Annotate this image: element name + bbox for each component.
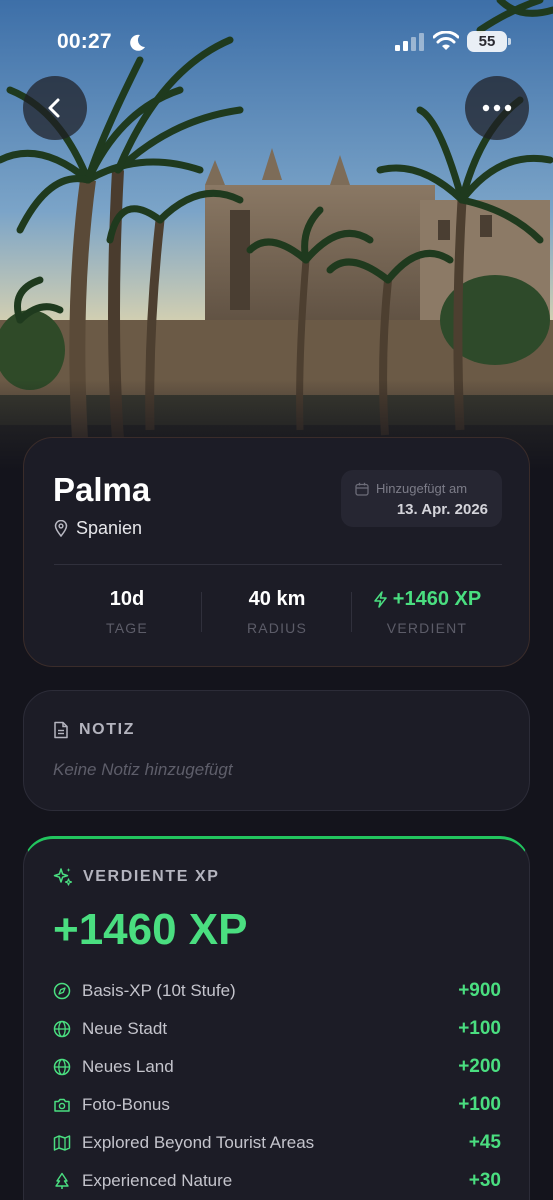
xp-total: +1460 XP [53,905,248,954]
status-time: 00:27 [57,30,112,53]
added-date: 13. Apr. 2026 [396,501,488,518]
stat-radius-label: RADIUS [246,620,308,636]
wifi-icon [433,31,459,50]
xp-item-value: +100 [458,1094,501,1115]
xp-item: Basis-XP (10t Stufe) +900 [53,979,501,1003]
map-icon [53,1134,71,1152]
xp-item-label: Basis-XP (10t Stufe) [82,981,236,1000]
xp-item-label: Foto-Bonus [82,1095,170,1114]
more-options-button[interactable] [465,76,529,140]
xp-item-value: +45 [468,1132,501,1153]
added-label: Hinzugefügt am [376,481,468,496]
city-name: Palma [53,471,151,508]
stat-days-value: 10d [109,588,145,610]
earned-xp-card: VERDIENTE XP +1460 XP Basis-XP (10t Stuf… [23,836,530,1200]
tree-icon [53,1172,71,1190]
camera-icon [53,1096,71,1114]
xp-header: VERDIENTE XP [53,867,220,887]
status-bar: 00:27 55 [0,0,553,80]
chevron-left-icon [48,98,60,118]
xp-item: Neue Stadt +100 [53,1017,501,1041]
note-title: NOTIZ [79,721,135,738]
added-date-badge: Hinzugefügt am 13. Apr. 2026 [341,470,502,527]
back-button[interactable] [23,76,87,140]
xp-item-value: +30 [468,1170,501,1191]
xp-item: Explored Beyond Tourist Areas +45 [53,1131,501,1155]
moon-icon [130,34,145,51]
stat-days-label: TAGE [106,620,148,636]
stat-radius-value: 40 km [248,588,306,610]
country-name: Spanien [76,518,143,538]
location-pin-icon [54,520,68,537]
stat-radius: 40 km RADIUS [202,588,352,636]
globe-icon [53,1020,71,1038]
compass-icon [53,982,71,1000]
note-card[interactable]: NOTIZ Keine Notiz hinzugefügt [23,690,530,811]
place-info-card: Palma Spanien Hinzugefügt am 13. Apr. 20… [23,437,530,667]
xp-item-value: +900 [458,980,501,1001]
note-header: NOTIZ [53,721,135,739]
ellipsis-icon [482,104,512,112]
calendar-icon [355,482,369,496]
note-placeholder: Keine Notiz hinzugefügt [53,760,233,779]
stat-earned-label: VERDIENT [386,620,468,636]
xp-item: Experienced Nature +30 [53,1169,501,1193]
xp-item-label: Neues Land [82,1057,174,1076]
country-row: Spanien [54,518,142,539]
document-icon [54,721,68,739]
globe-icon [53,1058,71,1076]
xp-item: Neues Land +200 [53,1055,501,1079]
stat-earned-value-row: +1460 XP [352,588,502,611]
cellular-signal-icon [395,33,424,51]
battery-indicator: 55 [467,31,511,52]
xp-item-label: Neue Stadt [82,1019,168,1038]
lightning-icon [374,591,387,608]
xp-item-label: Explored Beyond Tourist Areas [82,1133,315,1152]
stat-days: 10d TAGE [52,588,202,636]
divider [54,564,502,565]
xp-item-label: Experienced Nature [82,1171,233,1190]
xp-title: VERDIENTE XP [83,868,220,885]
sparkles-icon [53,868,73,886]
stat-earned-value: +1460 XP [392,588,482,610]
xp-item: Foto-Bonus +100 [53,1093,501,1117]
xp-item-value: +100 [458,1018,501,1039]
stat-earned-xp: +1460 XP VERDIENT [352,588,502,636]
xp-item-value: +200 [458,1056,501,1077]
